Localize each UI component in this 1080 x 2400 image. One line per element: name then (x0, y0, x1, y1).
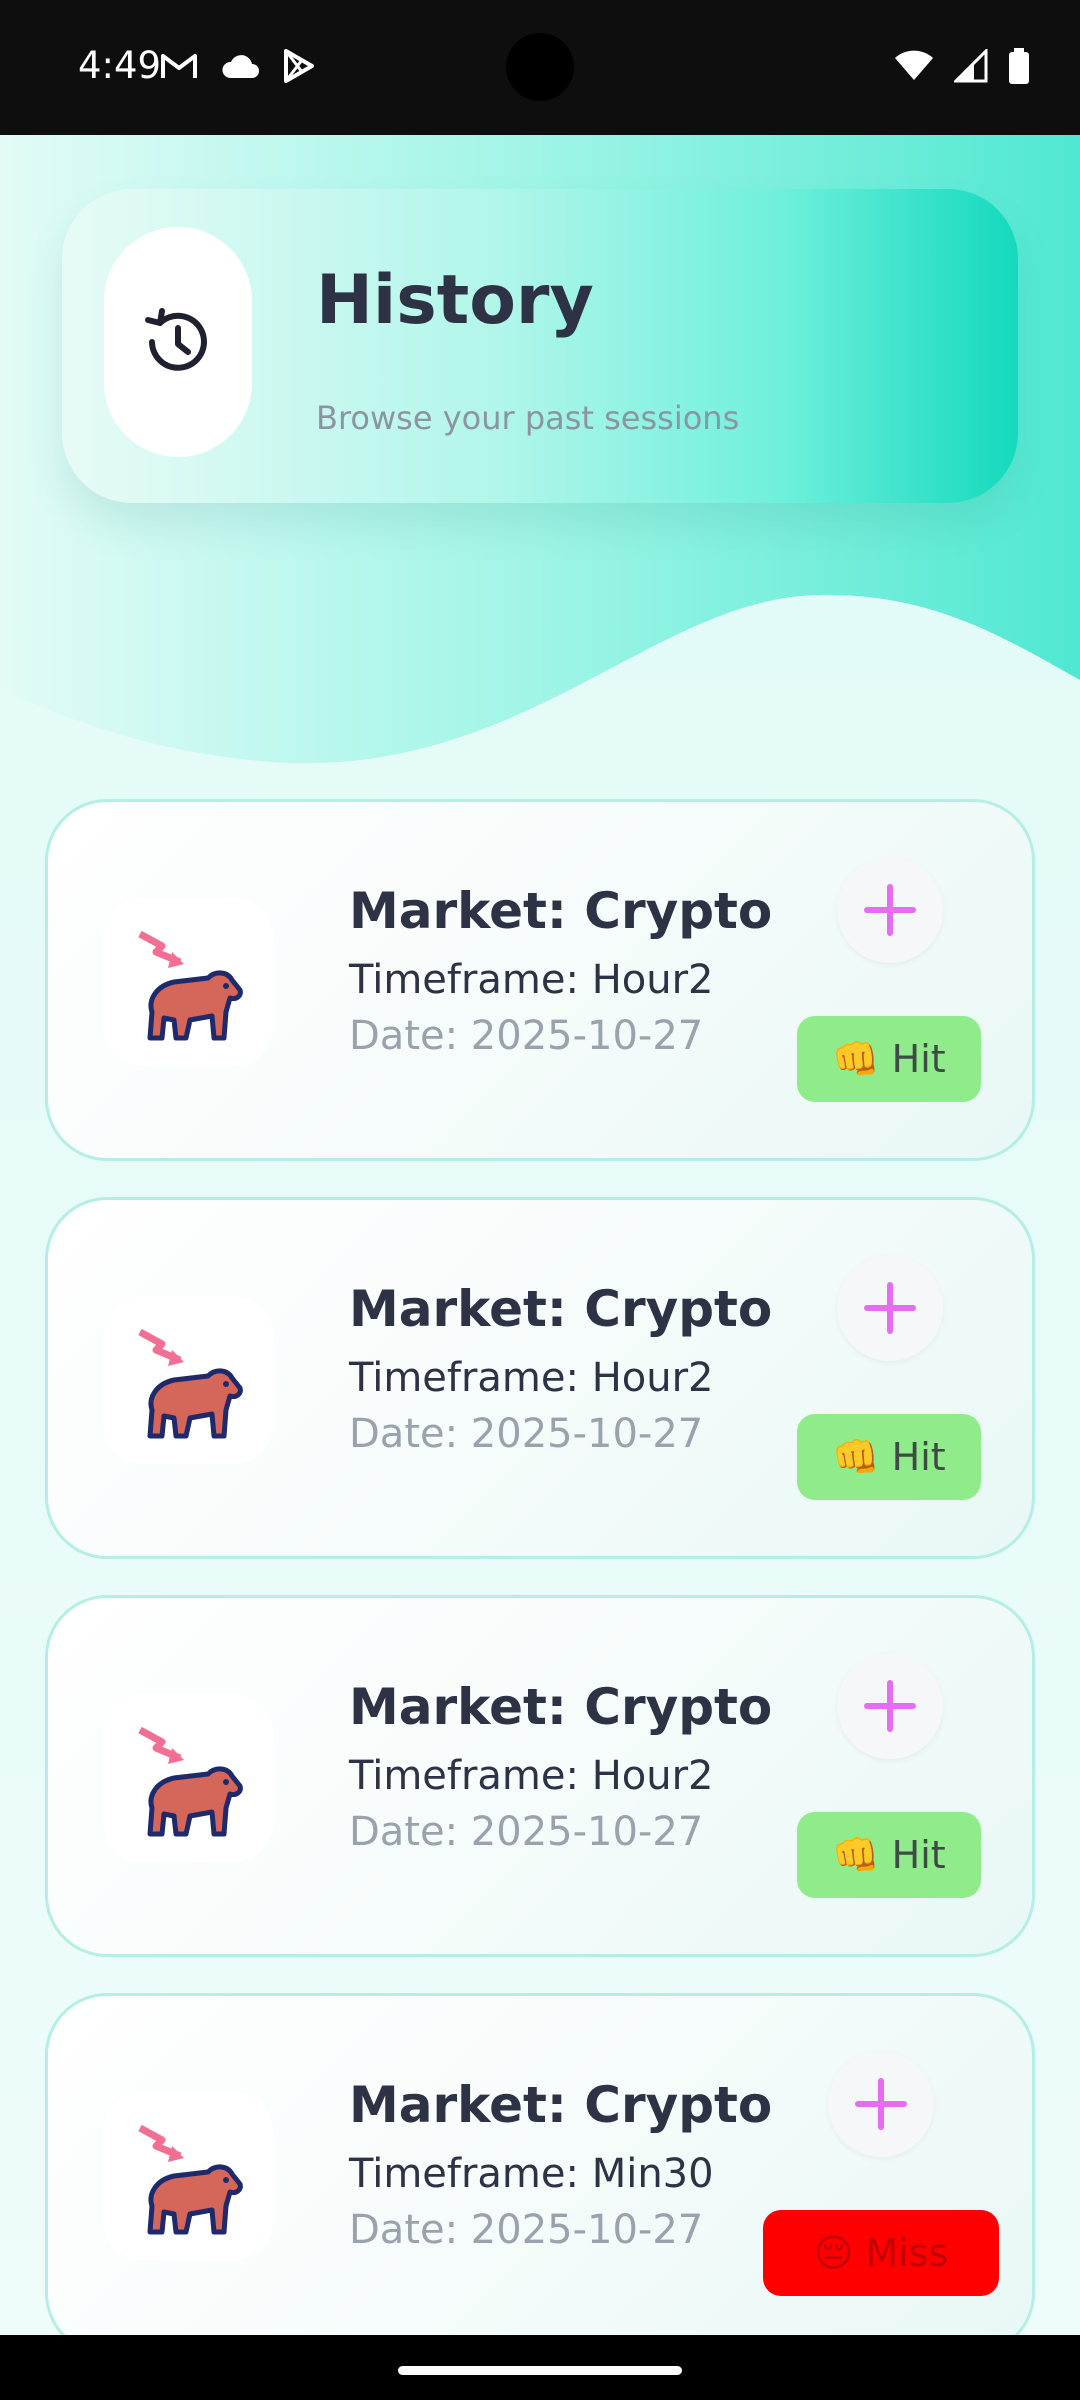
session-market: Market: Crypto (349, 1678, 773, 1736)
session-timeframe: Timeframe: Hour2 (349, 1355, 714, 1401)
result-label: Hit (891, 1037, 946, 1081)
fist-icon: 👊 (832, 1036, 880, 1081)
result-label: Miss (865, 2231, 949, 2275)
add-button[interactable] (837, 1255, 943, 1361)
result-badge-hit: 👊 Hit (797, 1414, 981, 1500)
session-date: Date: 2025-10-27 (349, 1411, 704, 1457)
fist-icon: 👊 (832, 1434, 880, 1479)
system-icons (894, 47, 1030, 89)
session-market: Market: Crypto (349, 2076, 773, 2134)
play-store-icon (282, 48, 316, 89)
plus-icon (864, 884, 916, 936)
result-label: Hit (891, 1435, 946, 1479)
page-title: History (316, 261, 594, 340)
session-timeframe: Timeframe: Hour2 (349, 957, 714, 1003)
wifi-icon (894, 50, 934, 87)
bear-market-icon (103, 1296, 273, 1464)
add-button[interactable] (828, 2051, 934, 2157)
session-date: Date: 2025-10-27 (349, 1013, 704, 1059)
page-subtitle: Browse your past sessions (316, 399, 740, 437)
bear-market-icon (103, 1694, 273, 1862)
result-badge-hit: 👊 Hit (797, 1016, 981, 1102)
session-date: Date: 2025-10-27 (349, 1809, 704, 1855)
session-market: Market: Crypto (349, 1280, 773, 1338)
navigation-bar (0, 2335, 1080, 2400)
status-bar: 4:49 (0, 0, 1080, 135)
add-button[interactable] (837, 1653, 943, 1759)
session-card[interactable]: Market: Crypto Timeframe: Hour2 Date: 20… (45, 799, 1035, 1161)
fist-icon: 👊 (832, 1832, 880, 1877)
history-header-card: History Browse your past sessions (62, 189, 1018, 503)
result-label: Hit (891, 1833, 946, 1877)
add-button[interactable] (837, 857, 943, 963)
signal-icon (952, 47, 988, 88)
notification-icons (160, 48, 316, 89)
history-screen[interactable]: History Browse your past sessions Market… (0, 135, 1080, 2335)
battery-icon (1008, 48, 1030, 89)
history-icon (104, 227, 252, 457)
plus-icon (864, 1282, 916, 1334)
status-time: 4:49 (78, 44, 162, 87)
cloud-icon (220, 52, 260, 85)
pensive-face-icon: 😔 (813, 2231, 854, 2275)
session-date: Date: 2025-10-27 (349, 2207, 704, 2253)
result-badge-hit: 👊 Hit (797, 1812, 981, 1898)
bear-market-icon (103, 898, 273, 1066)
session-timeframe: Timeframe: Hour2 (349, 1753, 714, 1799)
session-timeframe: Timeframe: Min30 (349, 2151, 714, 2197)
bear-market-icon (103, 2092, 273, 2260)
plus-icon (864, 1680, 916, 1732)
gmail-icon (160, 51, 198, 86)
home-gesture-handle[interactable] (398, 2366, 682, 2375)
session-card[interactable]: Market: Crypto Timeframe: Hour2 Date: 20… (45, 1595, 1035, 1957)
session-card[interactable]: Market: Crypto Timeframe: Min30 Date: 20… (45, 1993, 1035, 2335)
session-card[interactable]: Market: Crypto Timeframe: Hour2 Date: 20… (45, 1197, 1035, 1559)
session-market: Market: Crypto (349, 882, 773, 940)
plus-icon (855, 2078, 907, 2130)
result-badge-miss: 😔 Miss (763, 2210, 999, 2296)
camera-cutout (506, 33, 574, 101)
